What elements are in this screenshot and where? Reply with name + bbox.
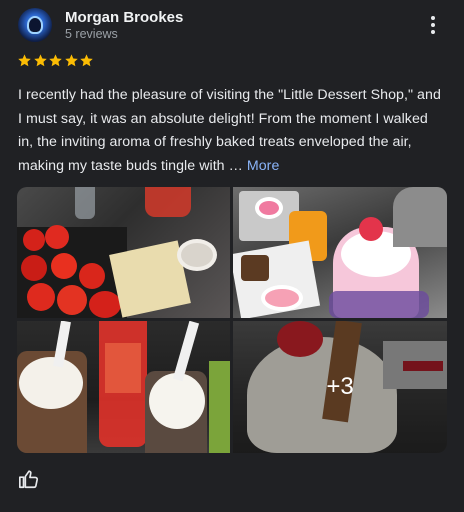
star-icon [80, 54, 93, 67]
review-photo-2[interactable] [233, 187, 447, 318]
star-icon [33, 54, 47, 67]
more-photos-count[interactable]: +3 [233, 321, 447, 453]
star-icon [64, 54, 78, 67]
star-icon [49, 54, 62, 67]
reviewer-name[interactable]: Morgan Brookes [65, 9, 183, 26]
star-rating [17, 53, 95, 71]
more-link[interactable]: More [247, 158, 280, 174]
photo-grid: +3 [17, 187, 447, 453]
review-photo-4[interactable]: +3 [233, 321, 447, 453]
thumb-up-icon[interactable] [18, 468, 40, 490]
review-text: I recently had the pleasure of visiting … [18, 84, 446, 178]
more-vert-icon[interactable] [427, 14, 439, 36]
review-body: I recently had the pleasure of visiting … [18, 87, 441, 174]
avatar[interactable] [18, 8, 52, 42]
review-photo-3[interactable] [17, 321, 230, 453]
reviewer-review-count: 5 reviews [65, 27, 118, 41]
review-header: Morgan Brookes 5 reviews [18, 8, 448, 44]
review-photo-1[interactable] [17, 187, 230, 318]
star-icon [18, 54, 31, 67]
